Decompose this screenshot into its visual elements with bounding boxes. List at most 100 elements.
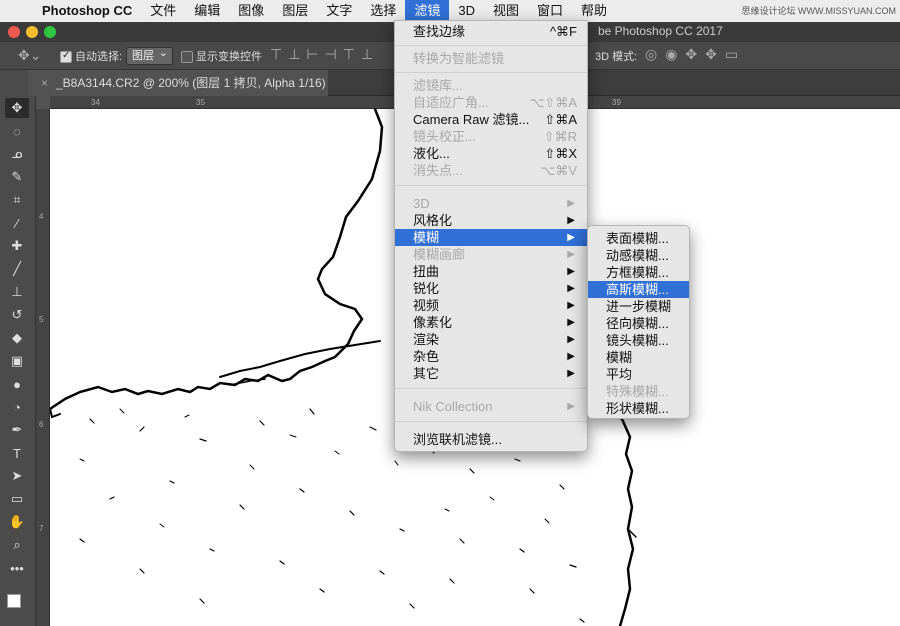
menu-item-blur-gallery[interactable]: 模糊画廊 ▶	[395, 246, 587, 263]
pen-tool-icon[interactable]: ✒	[5, 420, 29, 440]
menu-3d[interactable]: 3D	[449, 0, 484, 22]
hand-tool-icon[interactable]: ✋	[5, 512, 29, 532]
lasso-tool-icon[interactable]: ᓄ	[5, 144, 29, 164]
healing-tool-icon[interactable]: ✚	[5, 236, 29, 256]
menu-file[interactable]: 文件	[141, 0, 185, 22]
submenu-item-motion-blur[interactable]: 动感模糊...	[588, 247, 689, 264]
menu-item-label: 动感模糊...	[606, 248, 669, 263]
close-window-button[interactable]	[8, 26, 20, 38]
zoom-tool-icon[interactable]: ⌕	[5, 535, 29, 555]
submenu-item-average[interactable]: 平均	[588, 366, 689, 383]
history-brush-tool-icon[interactable]: ↺	[5, 305, 29, 325]
show-transform-checkbox[interactable]: 显示变换控件	[181, 48, 262, 64]
submenu-item-smart-blur[interactable]: 特殊模糊...	[588, 383, 689, 400]
menu-item-label: 方框模糊...	[606, 265, 669, 280]
menu-item-other[interactable]: 其它 ▶	[395, 365, 587, 382]
menu-separator	[395, 45, 587, 46]
more-tools-icon[interactable]: •••	[5, 558, 29, 578]
menu-item-render[interactable]: 渲染 ▶	[395, 331, 587, 348]
submenu-item-lens-blur[interactable]: 镜头模糊...	[588, 332, 689, 349]
menu-app[interactable]: Photoshop CC	[38, 0, 141, 22]
submenu-item-radial-blur[interactable]: 径向模糊...	[588, 315, 689, 332]
mac-menu-bar: Photoshop CC 文件 编辑 图像 图层 文字 选择 滤镜 3D 视图 …	[0, 0, 900, 22]
crop-tool-icon[interactable]: ⌗	[5, 190, 29, 210]
rectangle-tool-icon[interactable]: ▭	[5, 489, 29, 509]
dodge-tool-icon[interactable]: ◔	[5, 397, 29, 417]
move-tool-icon[interactable]: ✥	[5, 98, 29, 118]
checkbox-checked-icon	[60, 50, 72, 64]
stamp-tool-icon[interactable]: ⊥	[5, 282, 29, 302]
type-tool-icon[interactable]: T	[5, 443, 29, 463]
menu-item-label: 模糊	[606, 350, 633, 365]
foreground-color-swatch[interactable]	[7, 594, 21, 608]
zoom-window-button[interactable]	[44, 26, 56, 38]
menu-separator	[395, 72, 587, 73]
menu-item-browse-filters-online[interactable]: 浏览联机滤镜...	[395, 431, 587, 448]
quick-select-tool-icon[interactable]: ✎	[5, 167, 29, 187]
menu-item-nik-collection[interactable]: Nik Collection ▶	[395, 398, 587, 415]
menu-item-liquify[interactable]: 液化... ⇧⌘X	[395, 145, 587, 162]
menu-item-convert-smart-filters[interactable]: 转换为智能滤镜	[395, 50, 587, 67]
submenu-item-blur-more[interactable]: 进一步模糊	[588, 298, 689, 315]
menu-layer[interactable]: 图层	[273, 0, 317, 22]
menu-filter[interactable]: 滤镜	[405, 0, 450, 22]
menu-item-camera-raw[interactable]: Camera Raw 滤镜... ⇧⌘A	[395, 111, 587, 128]
menu-select[interactable]: 选择	[361, 0, 405, 22]
menu-item-noise[interactable]: 杂色 ▶	[395, 348, 587, 365]
ruler-label: 39	[612, 98, 621, 107]
gradient-tool-icon[interactable]: ▣	[5, 351, 29, 371]
menu-view[interactable]: 视图	[484, 0, 528, 22]
menu-item-label: 查找边缘	[413, 24, 466, 39]
vertical-ruler: 4 5 6 7	[36, 109, 50, 626]
menu-item-label: 自适应广角...	[413, 95, 489, 110]
3d-mode-icons[interactable]: ◎◉✥✥▭	[645, 46, 746, 63]
menu-item-label: 高斯模糊...	[606, 282, 669, 297]
menu-item-adaptive-wide-angle[interactable]: 自适应广角... ⌥⇧⌘A	[395, 94, 587, 111]
submenu-item-blur[interactable]: 模糊	[588, 349, 689, 366]
menu-item-label: 转换为智能滤镜	[413, 51, 505, 66]
menu-item-3d[interactable]: 3D ▶	[395, 195, 587, 212]
menu-item-stylize[interactable]: 风格化 ▶	[395, 212, 587, 229]
menu-item-lens-correction[interactable]: 镜头校正... ⇧⌘R	[395, 128, 587, 145]
menu-item-label: 平均	[606, 367, 633, 382]
menu-item-shortcut: ⌥⌘V	[540, 163, 577, 178]
brush-tool-icon[interactable]: ╱	[5, 259, 29, 279]
menu-separator	[395, 388, 587, 389]
menu-item-label: 风格化	[413, 213, 453, 228]
minimize-window-button[interactable]	[26, 26, 38, 38]
submenu-item-shape-blur[interactable]: 形状模糊...	[588, 400, 689, 417]
eraser-tool-icon[interactable]: ◆	[5, 328, 29, 348]
menu-item-blur[interactable]: 模糊 ▶	[395, 229, 587, 246]
menu-image[interactable]: 图像	[229, 0, 273, 22]
blur-tool-icon[interactable]: ●	[5, 374, 29, 394]
align-icons[interactable]: ⊤⊥⊢⊣⊤⊥	[270, 46, 379, 63]
menu-item-label: 特殊模糊...	[606, 384, 669, 399]
menu-item-pixelate[interactable]: 像素化 ▶	[395, 314, 587, 331]
menu-edit[interactable]: 编辑	[185, 0, 229, 22]
move-tool-preset-icon[interactable]: ✥⌄	[18, 47, 41, 64]
auto-select-dropdown[interactable]: 图层	[126, 45, 173, 65]
menu-window[interactable]: 窗口	[528, 0, 572, 22]
menu-item-video[interactable]: 视频 ▶	[395, 297, 587, 314]
submenu-item-gaussian-blur[interactable]: 高斯模糊...	[588, 281, 689, 298]
close-tab-icon[interactable]: ×	[41, 70, 48, 96]
menu-item-filter-gallery[interactable]: 滤镜库...	[395, 77, 587, 94]
submenu-item-box-blur[interactable]: 方框模糊...	[588, 264, 689, 281]
eyedropper-tool-icon[interactable]: ⁄	[5, 213, 29, 233]
path-select-tool-icon[interactable]: ➤	[5, 466, 29, 486]
menu-item-sharpen[interactable]: 锐化 ▶	[395, 280, 587, 297]
menu-item-distort[interactable]: 扭曲 ▶	[395, 263, 587, 280]
menu-item-vanishing-point[interactable]: 消失点... ⌥⌘V	[395, 162, 587, 179]
menu-help[interactable]: 帮助	[572, 0, 616, 22]
menu-item-find-edges[interactable]: 查找边缘 ^⌘F	[395, 23, 587, 40]
menu-type[interactable]: 文字	[317, 0, 361, 22]
submenu-item-surface-blur[interactable]: 表面模糊...	[588, 230, 689, 247]
marquee-tool-icon[interactable]: ◌	[5, 121, 29, 141]
auto-select-checkbox[interactable]: 自动选择:	[60, 48, 122, 64]
menu-item-label: 镜头模糊...	[606, 333, 669, 348]
menu-item-label: 模糊画廊	[413, 247, 466, 262]
menu-item-label: 像素化	[413, 315, 453, 330]
document-tab[interactable]: × _B8A3144.CR2 @ 200% (图层 1 拷贝, Alpha 1/…	[28, 70, 328, 116]
menu-item-label: 3D	[413, 196, 430, 211]
menu-item-label: 锐化	[413, 281, 440, 296]
